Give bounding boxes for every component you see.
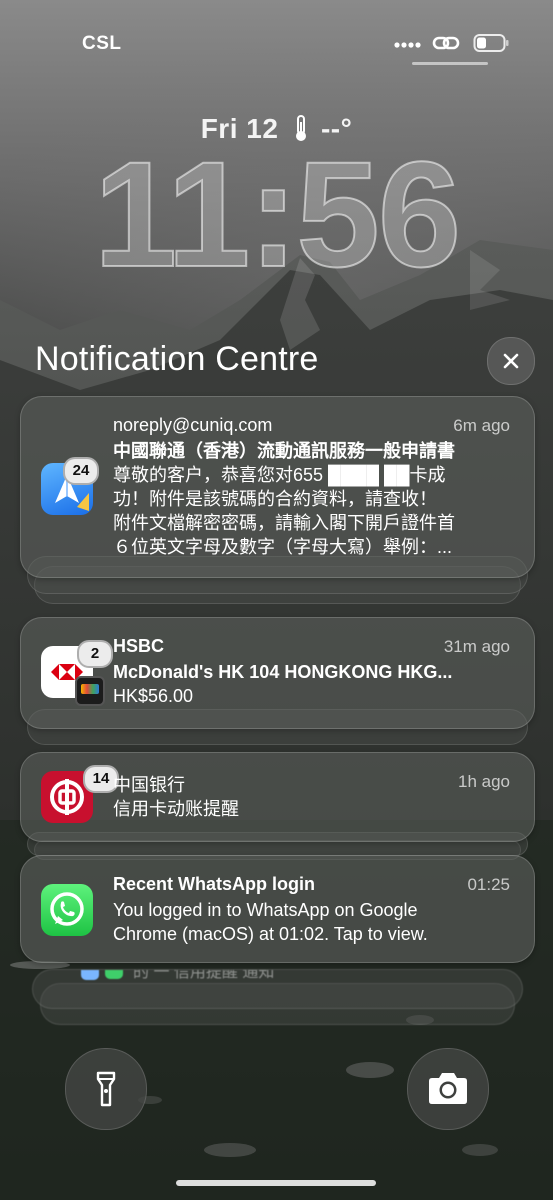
notification-card[interactable]: 14 中国银行 1h ago 信用卡动账提醒 <box>20 752 535 842</box>
notification-body: You logged in to WhatsApp on Google Chro… <box>113 898 513 946</box>
peek-app-icon <box>81 970 99 980</box>
wallet-icon <box>75 676 105 706</box>
notification-stack-boc[interactable]: 14 中国银行 1h ago 信用卡动账提醒 <box>20 752 535 860</box>
flashlight-button[interactable] <box>65 1048 147 1130</box>
notification-card[interactable]: 2 HSBC 31m ago McDonald's HK 104 HONGKON… <box>20 617 535 729</box>
notification-subject: McDonald's HK 104 HONGKONG HKG... <box>113 662 453 682</box>
notification-body-line: 尊敬的客户，恭喜您对655 ████ ██卡成 <box>113 465 446 485</box>
status-bar: CSL <box>0 28 553 58</box>
flashlight-icon <box>96 1071 116 1107</box>
battery-icon <box>473 34 509 52</box>
camera-button[interactable] <box>407 1048 489 1130</box>
personal-hotspot-icon <box>432 36 460 50</box>
notification-body-line: 功！附件是該號碼的合約資料，請查收！ <box>113 489 437 509</box>
notification-body-line: 附件文檔解密密碼，請輸入閣下開戶證件首 <box>113 513 455 533</box>
clear-notifications-button[interactable] <box>487 337 535 385</box>
unread-count-badge: 24 <box>63 457 99 485</box>
notification-time: 1h ago <box>458 772 510 791</box>
stacked-card-peek: 的 一 信用提醒 通知 <box>32 969 523 1009</box>
notification-body-line: ６位英文字母及數字（字母大寫）舉例：... <box>113 537 453 557</box>
notification-amount: HK$56.00 <box>113 686 194 706</box>
cellular-signal-icon <box>394 42 421 48</box>
notification-body: McDonald's HK 104 HONGKONG HKG... HK$56.… <box>113 660 513 708</box>
notification-time: 6m ago <box>453 416 510 435</box>
notification-centre-title: Notification Centre <box>35 340 319 378</box>
notification-title: Recent WhatsApp login <box>113 874 315 894</box>
peek-text: 的 一 信用提醒 通知 <box>133 969 275 981</box>
lock-clock: 11:56 <box>93 129 462 299</box>
camera-icon <box>429 1073 467 1104</box>
notification-card[interactable]: Recent WhatsApp login 01:25 You logged i… <box>20 855 535 963</box>
close-icon <box>503 353 519 369</box>
notification-subject: 中國聯通（香港）流動通訊服務一般申請書 <box>113 441 455 461</box>
peek-app-icon <box>105 970 123 979</box>
home-indicator[interactable] <box>176 1180 376 1186</box>
notification-stack-whatsapp[interactable]: 的 一 信用提醒 通知 Recent WhatsApp login 01:25 … <box>20 855 535 1025</box>
notification-stack-hsbc[interactable]: 2 HSBC 31m ago McDonald's HK 104 HONGKON… <box>20 617 535 745</box>
notification-card[interactable]: 24 noreply@cuniq.com 6m ago 中國聯通（香港）流動通訊… <box>20 396 535 578</box>
whatsapp-app-icon <box>41 884 93 936</box>
whatsapp-phone-icon <box>50 892 84 926</box>
notification-sender: HSBC <box>113 636 165 656</box>
notification-sender: 中国银行 <box>113 775 185 795</box>
notification-time: 01:25 <box>467 875 510 894</box>
carrier-label: CSL <box>82 33 122 54</box>
notification-body-line: You logged in to WhatsApp on Google <box>113 900 418 920</box>
notification-stack-mail[interactable]: 24 noreply@cuniq.com 6m ago 中國聯通（香港）流動通訊… <box>20 396 535 606</box>
unread-count-badge: 2 <box>77 640 113 668</box>
notification-body-line: Chrome (macOS) at 01:02. Tap to view. <box>113 924 428 944</box>
control-centre-indicator[interactable] <box>412 62 488 65</box>
notification-body: 信用卡动账提醒 <box>113 799 239 819</box>
notification-sender: noreply@cuniq.com <box>113 415 273 435</box>
notification-body: 中國聯通（香港）流動通訊服務一般申請書 尊敬的客户，恭喜您对655 ████ █… <box>113 439 523 559</box>
notification-time: 31m ago <box>443 637 510 656</box>
